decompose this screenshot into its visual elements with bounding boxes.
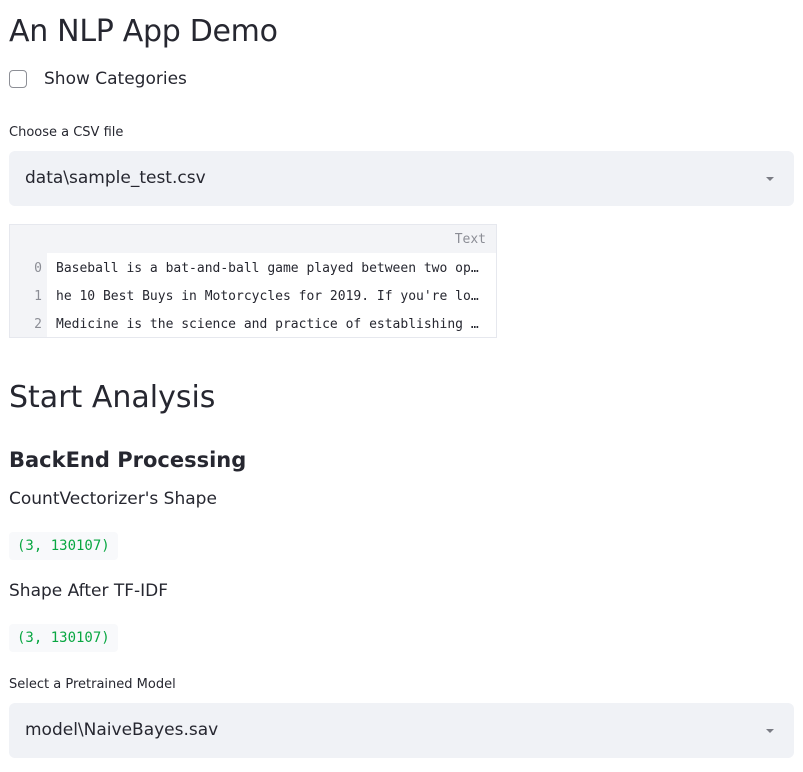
model-select-label: Select a Pretrained Model [9,677,176,692]
chevron-down-icon [766,177,774,181]
tfidf-label: Shape After TF-IDF [9,581,169,601]
show-categories-checkbox[interactable]: Show Categories [9,66,187,92]
table-cell[interactable]: Baseball is a bat-and-ball game played b… [56,261,484,276]
show-categories-label: Show Categories [44,69,187,89]
page-title: An NLP App Demo [9,14,278,49]
start-analysis-heading: Start Analysis [9,380,216,415]
csv-file-select-value: data\sample_test.csv [25,168,206,188]
table-cell[interactable]: he 10 Best Buys in Motorcycles for 2019.… [56,289,484,304]
csv-select-label: Choose a CSV file [9,125,124,140]
table-row[interactable]: 2 Medicine is the science and practice o… [10,310,496,338]
data-table[interactable]: Text 0 Baseball is a bat-and-ball game p… [9,224,497,338]
count-vectorizer-label: CountVectorizer's Shape [9,489,217,509]
tfidf-shape: (3, 130107) [9,624,118,652]
model-select[interactable]: model\NaiveBayes.sav [9,703,794,758]
column-header-text[interactable]: Text [455,232,486,247]
row-index: 1 [34,289,42,304]
table-row[interactable]: 0 Baseball is a bat-and-ball game played… [10,254,496,282]
count-vectorizer-shape: (3, 130107) [9,532,118,560]
table-row[interactable]: 1 he 10 Best Buys in Motorcycles for 201… [10,282,496,310]
row-index: 0 [34,261,42,276]
chevron-down-icon [766,729,774,733]
backend-processing-heading: BackEnd Processing [9,448,247,472]
table-cell[interactable]: Medicine is the science and practice of … [56,317,484,332]
row-index: 2 [34,317,42,332]
table-header[interactable]: Text [47,225,496,253]
model-select-value: model\NaiveBayes.sav [25,720,219,740]
csv-file-select[interactable]: data\sample_test.csv [9,151,794,206]
checkbox-box[interactable] [9,70,27,88]
